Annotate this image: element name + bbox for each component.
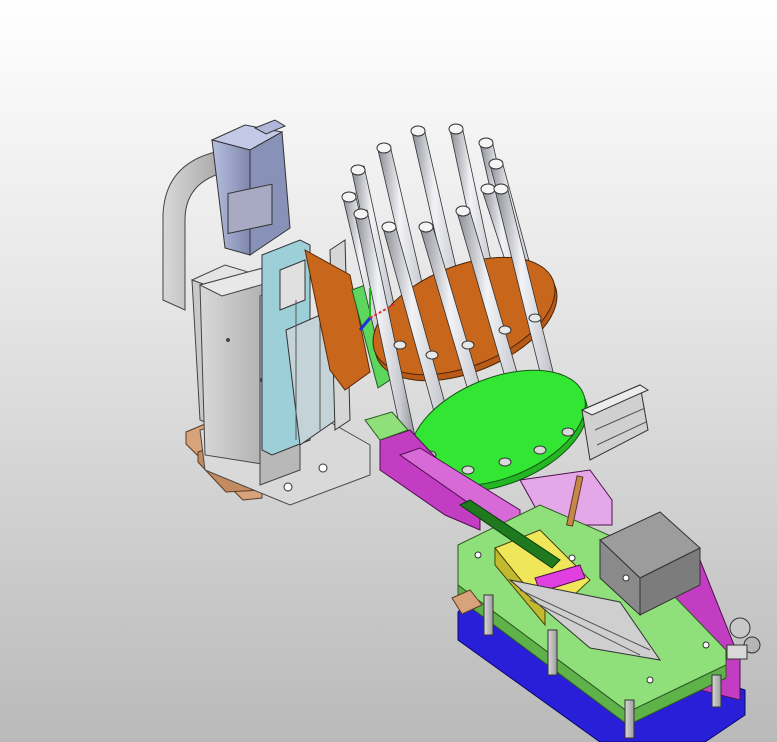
lower-feeder-base[interactable] (364, 411, 761, 742)
servo-motor (210, 119, 291, 256)
pneumatic-fitting (726, 617, 761, 660)
cad-3d-viewport[interactable] (0, 0, 777, 742)
assembly-model[interactable] (0, 0, 777, 742)
side-pneumatic-cylinder (580, 384, 650, 461)
